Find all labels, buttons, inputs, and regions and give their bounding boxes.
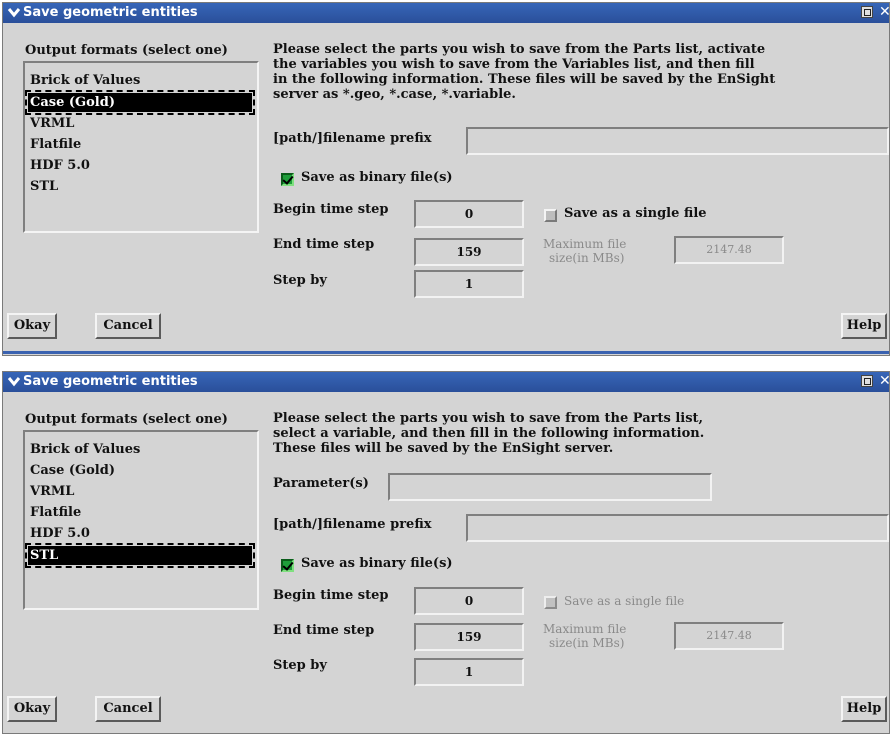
minimize-icon[interactable]: [861, 375, 873, 387]
format-brick-of-values[interactable]: Brick of Values: [28, 71, 252, 90]
format-stl[interactable]: STL: [28, 177, 252, 196]
max-file-size-label-1: Maximum file: [543, 622, 627, 636]
filename-prefix-label: [path/]filename prefix: [273, 131, 432, 146]
save-binary-label: Save as binary file(s): [301, 170, 453, 185]
help-button[interactable]: Help: [841, 313, 887, 339]
filename-prefix-input[interactable]: [466, 127, 889, 155]
max-file-size-input: 2147.48: [674, 622, 784, 650]
save-binary-checkbox[interactable]: [281, 173, 294, 186]
format-hdf5[interactable]: HDF 5.0: [28, 524, 252, 543]
parameters-input[interactable]: [388, 473, 712, 501]
step-by-input[interactable]: 1: [414, 270, 524, 298]
step-by-input[interactable]: 1: [414, 658, 524, 686]
save-binary-checkbox[interactable]: [281, 559, 294, 572]
window-title: Save geometric entities: [23, 5, 198, 20]
output-formats-list[interactable]: Brick of Values Case (Gold) VRML Flatfil…: [23, 430, 259, 610]
begin-time-step-input[interactable]: 0: [414, 200, 524, 228]
help-button[interactable]: Help: [841, 696, 887, 722]
format-case-gold[interactable]: Case (Gold): [25, 90, 255, 115]
format-case-gold[interactable]: Case (Gold): [28, 461, 252, 480]
close-icon[interactable]: ✕: [879, 373, 891, 389]
output-formats-label: Output formats (select one): [25, 43, 228, 58]
max-file-size-label-2: size(in MBs): [549, 251, 625, 265]
max-file-size-input: 2147.48: [674, 236, 784, 264]
begin-time-step-label: Begin time step: [273, 588, 389, 603]
format-hdf5[interactable]: HDF 5.0: [28, 156, 252, 175]
filename-prefix-input[interactable]: [466, 514, 889, 542]
format-stl[interactable]: STL: [25, 543, 255, 568]
minimize-icon[interactable]: [861, 6, 873, 18]
cancel-button[interactable]: Cancel: [95, 696, 161, 722]
parameters-label: Parameter(s): [273, 476, 369, 491]
end-time-step-label: End time step: [273, 237, 375, 252]
okay-button[interactable]: Okay: [7, 313, 57, 339]
cancel-button[interactable]: Cancel: [95, 313, 161, 339]
save-geometric-entities-dialog-stl: Save geometric entities ✕ Output formats…: [2, 371, 891, 734]
max-file-size-label-1: Maximum file: [543, 237, 627, 251]
step-by-label: Step by: [273, 273, 327, 288]
window-menu-chevron-icon[interactable]: [7, 4, 21, 20]
single-file-checkbox: [544, 596, 557, 609]
dialog-bottom-border: [3, 351, 889, 354]
save-binary-label: Save as binary file(s): [301, 556, 453, 571]
filename-prefix-label: [path/]filename prefix: [273, 517, 432, 532]
save-geometric-entities-dialog-case: Save geometric entities ✕ Output formats…: [2, 2, 891, 356]
window-menu-chevron-icon[interactable]: [7, 373, 21, 389]
end-time-step-label: End time step: [273, 623, 375, 638]
single-file-label: Save as a single file: [564, 206, 707, 221]
okay-button[interactable]: Okay: [7, 696, 57, 722]
output-formats-list[interactable]: Brick of Values Case (Gold) VRML Flatfil…: [23, 61, 259, 233]
format-flatfile[interactable]: Flatfile: [28, 503, 252, 522]
step-by-label: Step by: [273, 658, 327, 673]
max-file-size-label-2: size(in MBs): [549, 636, 625, 650]
format-flatfile[interactable]: Flatfile: [28, 135, 252, 154]
single-file-checkbox[interactable]: [544, 209, 557, 222]
output-formats-label: Output formats (select one): [25, 412, 228, 427]
close-icon[interactable]: ✕: [879, 4, 891, 20]
end-time-step-input[interactable]: 159: [414, 623, 524, 651]
format-vrml[interactable]: VRML: [28, 482, 252, 501]
begin-time-step-label: Begin time step: [273, 202, 389, 217]
begin-time-step-input[interactable]: 0: [414, 587, 524, 615]
window-title: Save geometric entities: [23, 374, 198, 389]
title-bar: Save geometric entities ✕: [3, 3, 891, 23]
end-time-step-input[interactable]: 159: [414, 238, 524, 266]
format-brick-of-values[interactable]: Brick of Values: [28, 440, 252, 459]
format-vrml[interactable]: VRML: [28, 114, 252, 133]
title-bar: Save geometric entities ✕: [3, 372, 891, 392]
single-file-label: Save as a single file: [564, 594, 685, 608]
